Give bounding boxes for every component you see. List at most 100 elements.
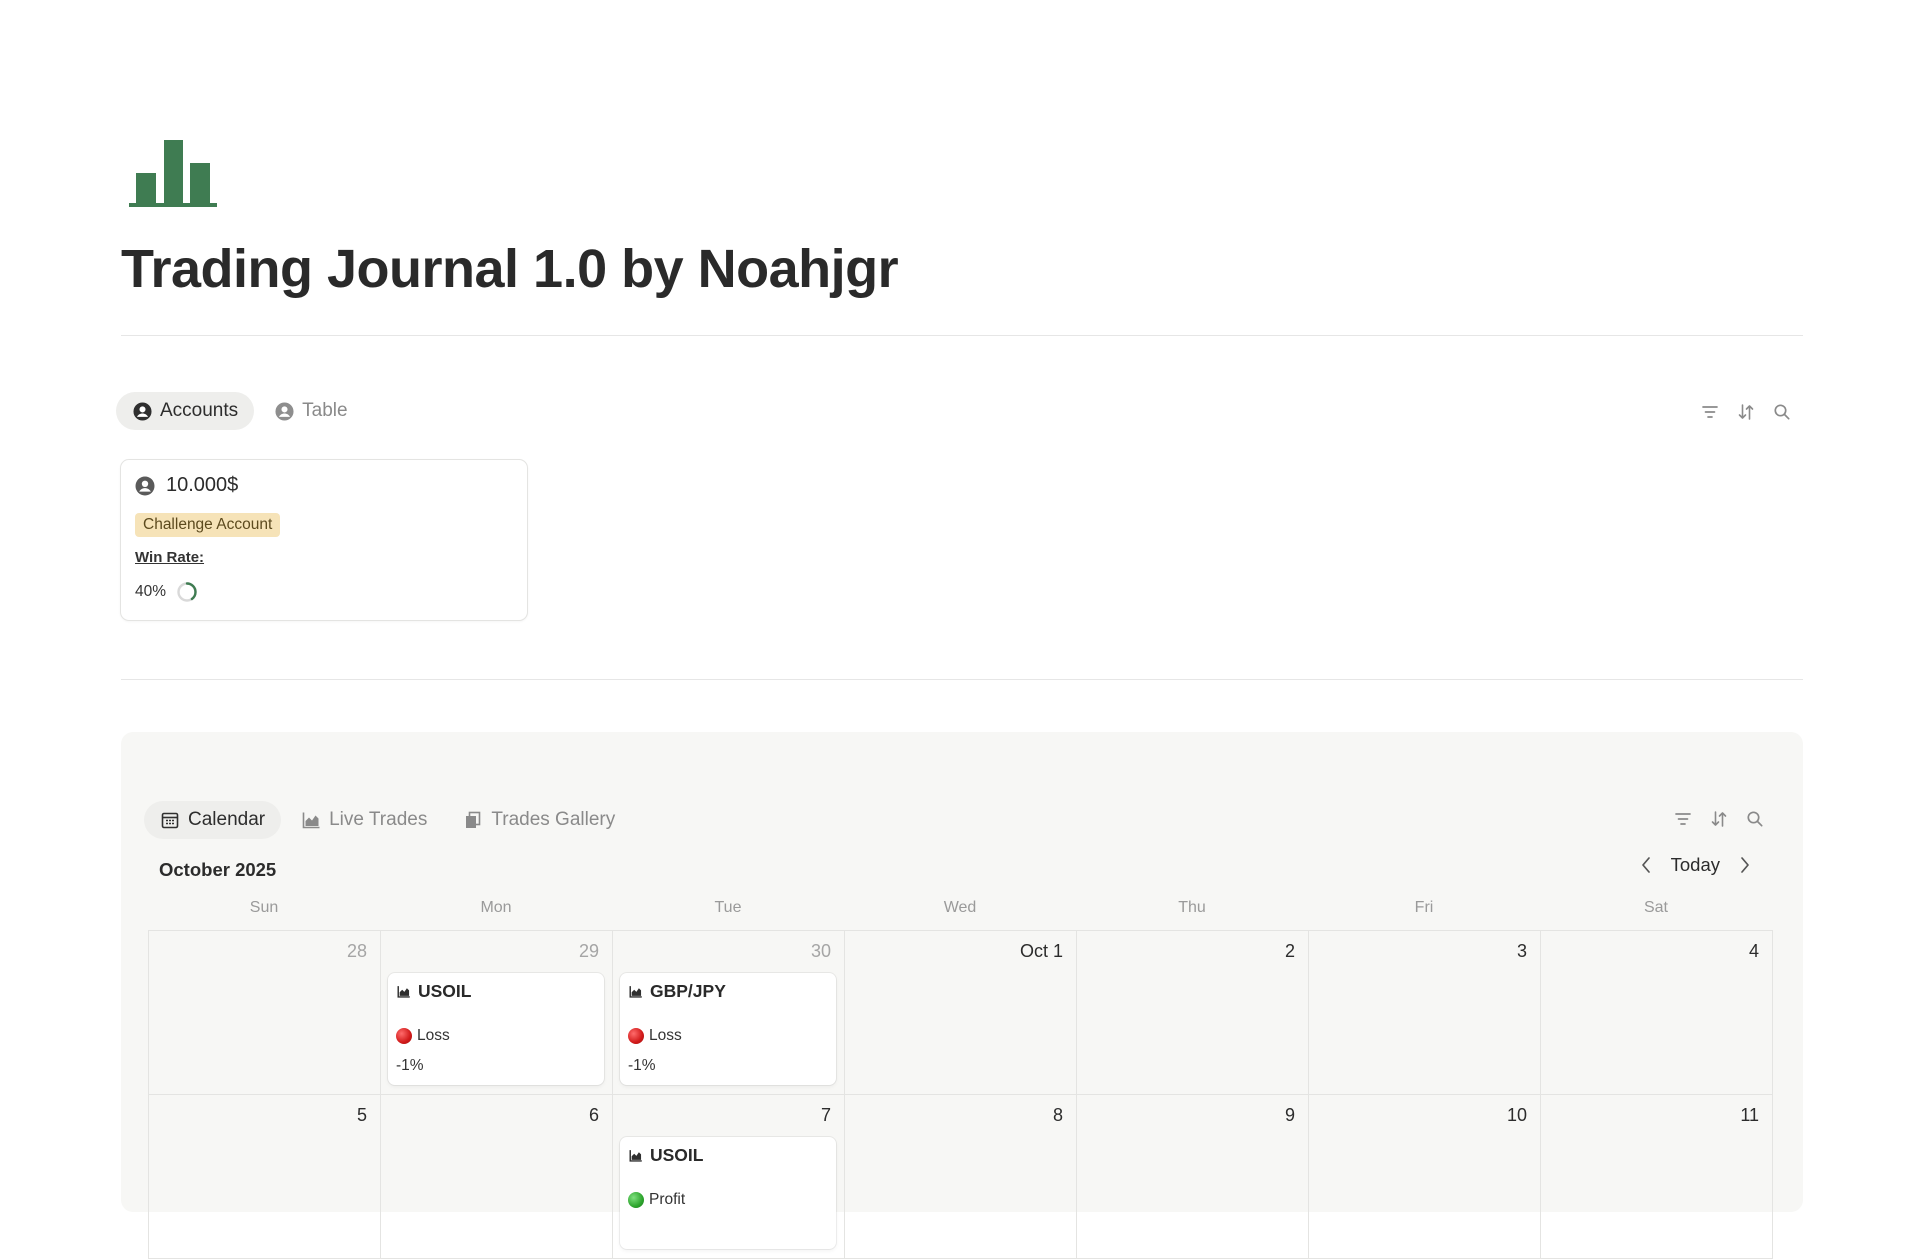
account-name-text: 10.000$	[166, 474, 239, 496]
trade-symbol: USOIL	[650, 1145, 704, 1165]
person-circle-icon	[132, 401, 152, 421]
month-label: October 2025	[159, 859, 277, 880]
trade-status-text: Profit	[649, 1191, 686, 1208]
trade-status: Loss	[628, 1027, 682, 1045]
chevron-left-icon[interactable]	[1635, 852, 1657, 878]
tab-accounts[interactable]: Accounts	[116, 392, 255, 430]
sort-icon[interactable]	[1708, 808, 1730, 830]
tab-label: Calendar	[188, 809, 266, 830]
account-card[interactable]: 10.000$ Challenge Account Win Rate: 40%	[120, 459, 528, 621]
page-title: Trading Journal 1.0 by Noahjgr	[121, 239, 899, 299]
search-icon[interactable]	[1771, 401, 1793, 423]
calendar-day[interactable]: 9	[1077, 1095, 1309, 1259]
tab-table[interactable]: Table	[258, 392, 363, 430]
win-rate: 40%	[135, 581, 198, 603]
calendar-day[interactable]: 30 GBP/JPY Loss -1%	[613, 931, 845, 1095]
calendar-day[interactable]: 29 USOIL Loss -1%	[381, 931, 613, 1095]
trade-status: Profit	[628, 1191, 685, 1209]
green-circle-icon	[628, 1192, 644, 1208]
trade-status-text: Loss	[417, 1027, 450, 1044]
calendar-view-tabs: Calendar Live Trades Trades Gallery	[144, 801, 635, 839]
trade-title: GBP/JPY	[629, 981, 726, 1002]
day-number: 9	[1284, 1105, 1295, 1125]
calendar-day[interactable]: 3	[1309, 931, 1541, 1095]
weekday-label: Fri	[1414, 899, 1434, 916]
weekday-label: Tue	[714, 899, 742, 916]
weekday-label: Thu	[1178, 899, 1206, 916]
weekday-header: Sun Mon Tue Wed Thu Fri Sat	[148, 899, 1772, 917]
filter-icon[interactable]	[1699, 401, 1721, 423]
tab-label: Trades Gallery	[491, 809, 616, 830]
day-number: 6	[588, 1105, 599, 1125]
win-rate-label: Win Rate:	[135, 549, 205, 566]
sort-icon[interactable]	[1735, 401, 1757, 423]
calendar-day[interactable]: 2	[1077, 931, 1309, 1095]
chevron-right-icon[interactable]	[1734, 852, 1756, 878]
day-number: 28	[346, 941, 367, 961]
red-circle-icon	[628, 1028, 644, 1044]
line-chart-icon	[629, 1150, 642, 1162]
calendar-day[interactable]: 5	[149, 1095, 381, 1259]
line-chart-icon	[301, 810, 321, 830]
day-number: 4	[1748, 941, 1759, 961]
person-circle-icon	[274, 401, 294, 421]
person-circle-icon	[135, 476, 155, 495]
calendar-nav: Today	[1635, 852, 1756, 878]
day-number: 29	[578, 941, 599, 961]
calendar-day[interactable]: 6	[381, 1095, 613, 1259]
weekday-label: Wed	[943, 899, 977, 916]
day-number: 8	[1052, 1105, 1063, 1125]
trade-symbol: GBP/JPY	[650, 981, 726, 1001]
account-name: 10.000$	[135, 474, 238, 497]
trade-title: USOIL	[397, 981, 471, 1002]
calendar-day[interactable]: 28	[149, 931, 381, 1095]
trade-card[interactable]: GBP/JPY Loss -1%	[620, 973, 836, 1085]
win-rate-value: 40%	[135, 583, 167, 600]
tab-trades-gallery[interactable]: Trades Gallery	[447, 801, 631, 839]
day-number: 11	[1740, 1105, 1759, 1125]
line-chart-icon	[397, 986, 410, 998]
day-number: 7	[820, 1105, 831, 1125]
day-number: Oct 1	[1019, 941, 1063, 961]
trade-status-text: Loss	[649, 1027, 682, 1044]
calendar-day[interactable]: 11	[1541, 1095, 1773, 1259]
calendar-day[interactable]: 7 USOIL Profit	[613, 1095, 845, 1259]
weekday-label: Sat	[1643, 899, 1668, 916]
divider	[121, 335, 1803, 336]
day-number: 2	[1284, 941, 1295, 961]
trade-percent: -1%	[628, 1057, 656, 1074]
tab-live-trades[interactable]: Live Trades	[285, 801, 443, 839]
tab-calendar[interactable]: Calendar	[144, 801, 282, 839]
trade-card[interactable]: USOIL Loss -1%	[388, 973, 604, 1085]
trade-card[interactable]: USOIL Profit	[620, 1137, 836, 1249]
trade-title: USOIL	[629, 1145, 703, 1166]
red-circle-icon	[396, 1028, 412, 1044]
trade-symbol: USOIL	[418, 981, 472, 1001]
calendar-day[interactable]: 4	[1541, 931, 1773, 1095]
day-number: 5	[356, 1105, 367, 1125]
trade-status: Loss	[396, 1027, 450, 1045]
calendar-grid: 28 29 USOIL Loss -1% 30 GBP/JPY Loss -1%…	[148, 930, 1773, 1259]
bar-chart-icon	[129, 140, 217, 207]
calendar-day[interactable]: 10	[1309, 1095, 1541, 1259]
tab-label: Accounts	[160, 400, 239, 421]
gallery-icon	[463, 810, 483, 830]
trade-percent: -1%	[396, 1057, 424, 1074]
accounts-toolbar	[1699, 401, 1793, 423]
tab-label: Live Trades	[329, 809, 428, 830]
day-number: 10	[1506, 1105, 1527, 1125]
day-number: 3	[1516, 941, 1527, 961]
filter-icon[interactable]	[1672, 808, 1694, 830]
calendar-day[interactable]: Oct 1	[845, 931, 1077, 1095]
calendar-day[interactable]: 8	[845, 1095, 1077, 1259]
line-chart-icon	[629, 986, 642, 998]
tab-label: Table	[302, 400, 348, 421]
divider	[121, 679, 1803, 680]
today-button[interactable]: Today	[1671, 854, 1720, 876]
win-rate-ring	[177, 582, 197, 602]
search-icon[interactable]	[1744, 808, 1766, 830]
account-type-tag: Challenge Account	[135, 513, 281, 537]
weekday-label: Mon	[480, 899, 512, 916]
day-number: 30	[810, 941, 831, 961]
calendar-icon	[160, 810, 180, 830]
